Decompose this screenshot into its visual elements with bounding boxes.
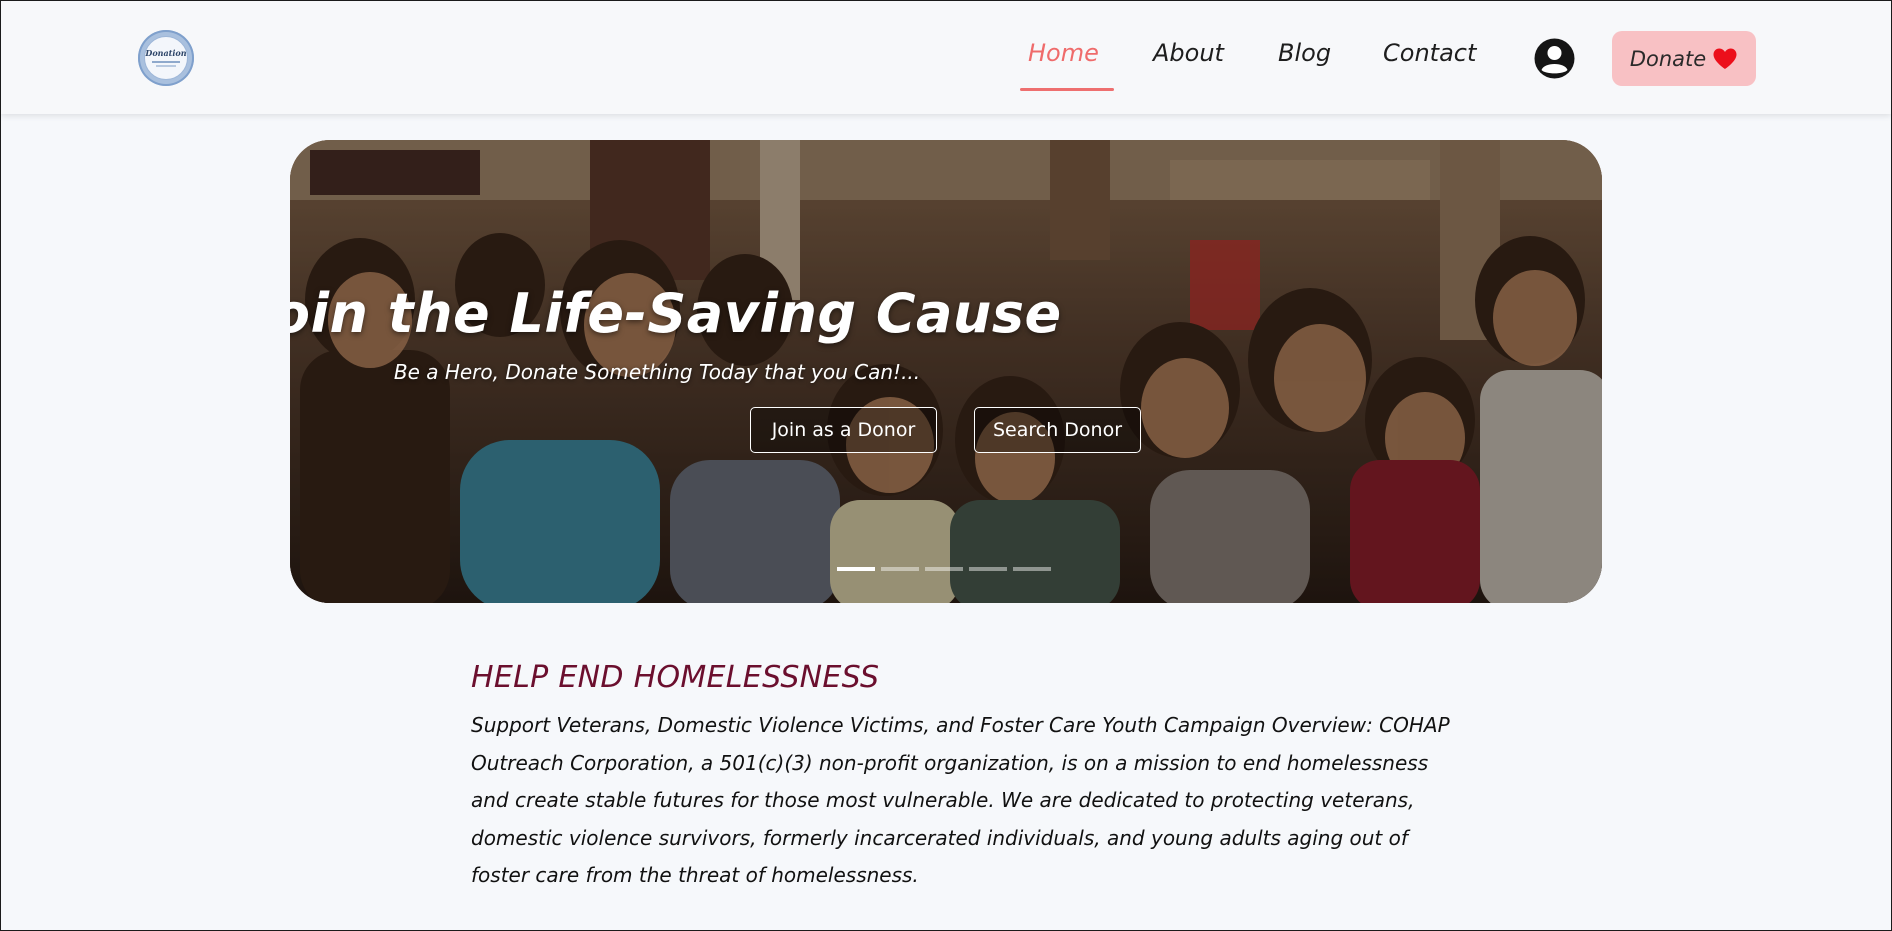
donate-label: Donate bbox=[1629, 46, 1707, 71]
logo-line bbox=[156, 65, 176, 67]
donate-button[interactable]: Donate bbox=[1612, 31, 1756, 86]
user-circle-icon[interactable] bbox=[1534, 38, 1575, 79]
carousel-dot[interactable] bbox=[925, 567, 963, 571]
nav-link-blog[interactable]: Blog bbox=[1278, 39, 1331, 67]
hero-carousel: Join the Life-Saving Cause Be a Hero, Do… bbox=[290, 140, 1602, 603]
navbar: Donation Home About Blog Contact Donate bbox=[1, 1, 1891, 114]
nav-link-home[interactable]: Home bbox=[1028, 39, 1099, 67]
logo-line bbox=[152, 61, 180, 63]
nav-link-about[interactable]: About bbox=[1153, 39, 1224, 67]
carousel-dot[interactable] bbox=[1013, 567, 1051, 571]
carousel-dot[interactable] bbox=[837, 567, 875, 571]
section-title: HELP END HOMELESSNESS bbox=[471, 660, 880, 695]
logo-badge: Donation bbox=[144, 36, 188, 80]
site-logo[interactable]: Donation bbox=[138, 30, 194, 86]
carousel-indicators bbox=[837, 567, 1051, 571]
hero-title: Join the Life-Saving Cause bbox=[290, 282, 1062, 345]
carousel-dot[interactable] bbox=[969, 567, 1007, 571]
logo-text: Donation bbox=[145, 48, 187, 58]
join-as-donor-button[interactable]: Join as a Donor bbox=[750, 407, 937, 453]
nav-link-contact[interactable]: Contact bbox=[1383, 39, 1476, 67]
search-donor-button[interactable]: Search Donor bbox=[974, 407, 1141, 453]
page: Donation Home About Blog Contact Donate bbox=[0, 0, 1892, 931]
carousel-dot[interactable] bbox=[881, 567, 919, 571]
hero-subtitle: Be a Hero, Donate Something Today that y… bbox=[393, 360, 921, 384]
section-body: Support Veterans, Domestic Violence Vict… bbox=[471, 713, 1450, 887]
active-nav-indicator bbox=[1020, 88, 1114, 91]
heart-icon bbox=[1713, 48, 1737, 69]
